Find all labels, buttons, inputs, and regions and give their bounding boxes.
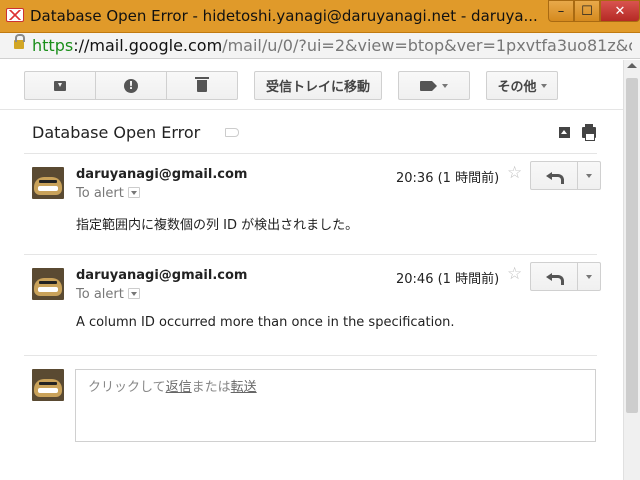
scroll-up-arrow-icon[interactable] — [627, 63, 637, 68]
lock-icon — [14, 34, 25, 49]
delete-button[interactable] — [167, 72, 237, 99]
forward-link[interactable]: 転送 — [231, 380, 257, 395]
print-icon[interactable] — [582, 124, 596, 141]
new-window-icon[interactable] — [559, 127, 570, 138]
url-path: /mail/u/0/?ui=2&view=btop&ver=1pxvtfa3uo… — [222, 36, 632, 55]
reply-button[interactable] — [530, 161, 578, 190]
avatar — [32, 268, 64, 300]
address-bar[interactable]: https://mail.google.com/mail/u/0/?ui=2&v… — [0, 33, 640, 59]
star-icon[interactable]: ☆ — [507, 163, 522, 183]
reply-link[interactable]: 返信 — [166, 380, 192, 395]
minimize-button[interactable]: – — [548, 0, 574, 22]
window-title: Database Open Error - hidetoshi.yanagi@d… — [30, 7, 538, 25]
subject-title: Database Open Error — [32, 123, 201, 142]
reply-area: クリックして返信または転送 — [24, 355, 597, 480]
chevron-down-icon — [540, 83, 547, 88]
importance-marker-icon[interactable] — [225, 128, 239, 137]
label-icon — [420, 80, 437, 91]
message-body: A column ID occurred more than once in t… — [76, 315, 455, 330]
move-to-inbox-button[interactable]: 受信トレイに移動 — [254, 71, 382, 100]
gmail-icon — [6, 8, 24, 22]
url-scheme: https — [32, 36, 74, 55]
reply-prompt: クリックして返信または転送 — [88, 376, 257, 395]
action-button-group: ! — [24, 71, 238, 100]
details-dropdown-icon[interactable] — [127, 288, 140, 299]
vertical-scrollbar[interactable] — [623, 60, 640, 480]
avatar — [32, 167, 64, 199]
message-card: daruyanagi@gmail.com To alert 20:36 (1 時… — [24, 153, 601, 254]
close-button[interactable]: ✕ — [600, 0, 640, 22]
details-dropdown-icon[interactable] — [127, 187, 140, 198]
more-button[interactable]: その他 — [486, 71, 558, 100]
sender-email[interactable]: daruyanagi@gmail.com — [76, 167, 247, 182]
reply-button[interactable] — [530, 262, 578, 291]
mail-view: ! 受信トレイに移動 その他 Database Open Error daruy… — [0, 60, 623, 480]
maximize-button[interactable]: ☐ — [574, 0, 600, 22]
archive-icon — [54, 80, 66, 91]
url-host: ://mail.google.com — [73, 36, 223, 55]
chevron-down-icon — [442, 83, 448, 88]
url-text[interactable]: https://mail.google.com/mail/u/0/?ui=2&v… — [32, 36, 632, 55]
more-label: その他 — [497, 80, 537, 95]
message-time: 20:46 (1 時間前) — [396, 272, 500, 287]
chevron-down-icon — [586, 274, 592, 279]
sender-email[interactable]: daruyanagi@gmail.com — [76, 268, 247, 283]
recipients-line: To alert — [76, 287, 140, 302]
star-icon[interactable]: ☆ — [507, 264, 522, 284]
message-body: 指定範囲内に複数個の列 ID が検出されました。 — [76, 218, 359, 233]
reply-box[interactable]: クリックして返信または転送 — [75, 369, 596, 442]
chevron-down-icon — [586, 173, 592, 178]
reply-icon — [546, 272, 564, 285]
recipients-text: To alert — [76, 287, 124, 302]
reply-more-button[interactable] — [577, 161, 601, 190]
report-spam-button[interactable]: ! — [96, 72, 167, 99]
archive-button[interactable] — [25, 72, 96, 99]
recipients-text: To alert — [76, 186, 124, 201]
move-to-inbox-label: 受信トレイに移動 — [265, 80, 370, 95]
scrollbar-thumb[interactable] — [626, 78, 638, 413]
avatar — [32, 369, 64, 401]
reply-prompt-middle: または — [191, 380, 231, 395]
reply-prompt-prefix: クリックして — [88, 380, 166, 395]
reply-more-button[interactable] — [577, 262, 601, 291]
title-bar: Database Open Error - hidetoshi.yanagi@d… — [0, 0, 640, 33]
recipients-line: To alert — [76, 186, 140, 201]
message-card: daruyanagi@gmail.com To alert 20:46 (1 時… — [24, 254, 601, 355]
message-time: 20:36 (1 時間前) — [396, 171, 500, 186]
labels-button[interactable] — [398, 71, 470, 100]
trash-icon — [195, 76, 209, 92]
spam-icon: ! — [124, 78, 138, 93]
toolbar: ! 受信トレイに移動 その他 — [0, 60, 623, 110]
reply-icon — [546, 171, 564, 184]
